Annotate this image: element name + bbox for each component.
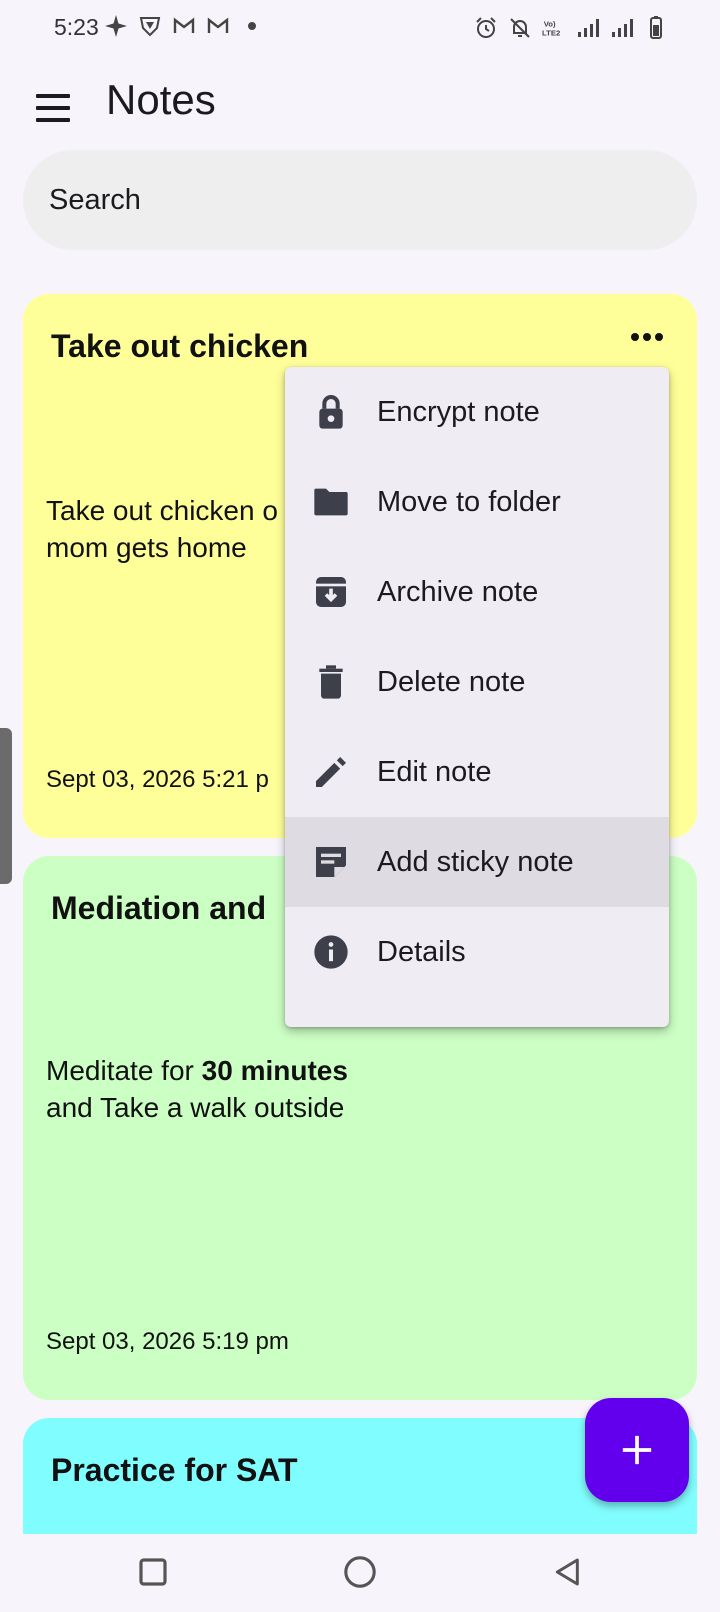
volte-icon: Vo)LTE2 xyxy=(542,19,560,38)
menu-item-encrypt-note[interactable]: Encrypt note xyxy=(285,367,669,457)
note-date: Sept 03, 2026 5:21 p xyxy=(46,766,269,793)
back-triangle-icon[interactable] xyxy=(544,1548,592,1596)
note-title: Practice for SAT xyxy=(51,1452,298,1488)
gmail-icon xyxy=(207,17,229,33)
status-time: 5:23 xyxy=(54,14,99,40)
svg-text:Vo): Vo) xyxy=(544,19,556,28)
page-title: Notes xyxy=(106,76,216,123)
status-left-icons xyxy=(104,14,264,38)
note-body-text: Meditate for xyxy=(46,1055,202,1086)
add-note-button[interactable] xyxy=(585,1398,689,1502)
plus-icon xyxy=(622,1435,652,1465)
menu-item-archive-note[interactable]: Archive note xyxy=(285,547,669,637)
note-date: Sept 03, 2026 5:19 pm xyxy=(46,1328,289,1355)
menu-item-edit-note[interactable]: Edit note xyxy=(285,727,669,817)
note-body-bold: 30 minutes xyxy=(201,1055,348,1086)
menu-item-label: Delete note xyxy=(377,665,526,698)
status-bar: 5:23 Vo) LTE2 xyxy=(0,0,720,60)
signal-icon xyxy=(578,19,599,37)
note-body-line: Meditate for 30 minutes xyxy=(46,1052,666,1089)
menu-item-label: Edit note xyxy=(377,755,492,788)
pencil-icon xyxy=(311,752,351,792)
signal-icon xyxy=(612,19,633,37)
gmail-icon xyxy=(173,17,195,33)
dot-icon xyxy=(248,22,256,30)
note-context-menu: Encrypt note Move to folder Archive note… xyxy=(285,367,669,1027)
svg-text:LTE2: LTE2 xyxy=(542,29,560,38)
note-body: Meditate for 30 minutes and Take a walk … xyxy=(46,1052,666,1126)
menu-item-add-sticky-note[interactable]: Add sticky note xyxy=(285,817,669,907)
archive-icon xyxy=(311,572,351,612)
menu-item-label: Add sticky note xyxy=(377,845,574,878)
sparkle-icon xyxy=(105,15,127,37)
info-icon xyxy=(311,932,351,972)
menu-item-label: Archive note xyxy=(377,575,539,608)
sticky-note-icon xyxy=(311,842,351,882)
menu-item-label: Details xyxy=(377,935,466,968)
system-nav-bar xyxy=(0,1534,720,1612)
note-title: Take out chicken xyxy=(51,328,309,364)
menu-item-delete-note[interactable]: Delete note xyxy=(285,637,669,727)
trash-icon xyxy=(311,662,351,702)
edge-panel-handle[interactable] xyxy=(0,728,12,884)
status-right-icons: Vo) LTE2 xyxy=(474,16,668,40)
shield-icon xyxy=(139,17,161,37)
menu-item-move-to-folder[interactable]: Move to folder xyxy=(285,457,669,547)
note-body-line: and Take a walk outside xyxy=(46,1092,345,1123)
bell-off-icon xyxy=(510,18,530,38)
search-input[interactable] xyxy=(23,150,697,250)
folder-icon xyxy=(311,482,351,522)
note-title: Mediation and xyxy=(51,890,267,926)
lock-icon xyxy=(311,392,351,432)
home-circle-icon[interactable] xyxy=(336,1548,384,1596)
hamburger-menu-icon[interactable] xyxy=(30,84,78,132)
battery-icon xyxy=(650,16,662,39)
menu-item-label: Move to folder xyxy=(377,485,561,518)
more-options-icon[interactable] xyxy=(627,322,667,352)
menu-item-label: Encrypt note xyxy=(377,395,540,428)
recents-square-icon[interactable] xyxy=(129,1548,177,1596)
alarm-icon xyxy=(476,17,496,38)
menu-item-details[interactable]: Details xyxy=(285,907,669,997)
